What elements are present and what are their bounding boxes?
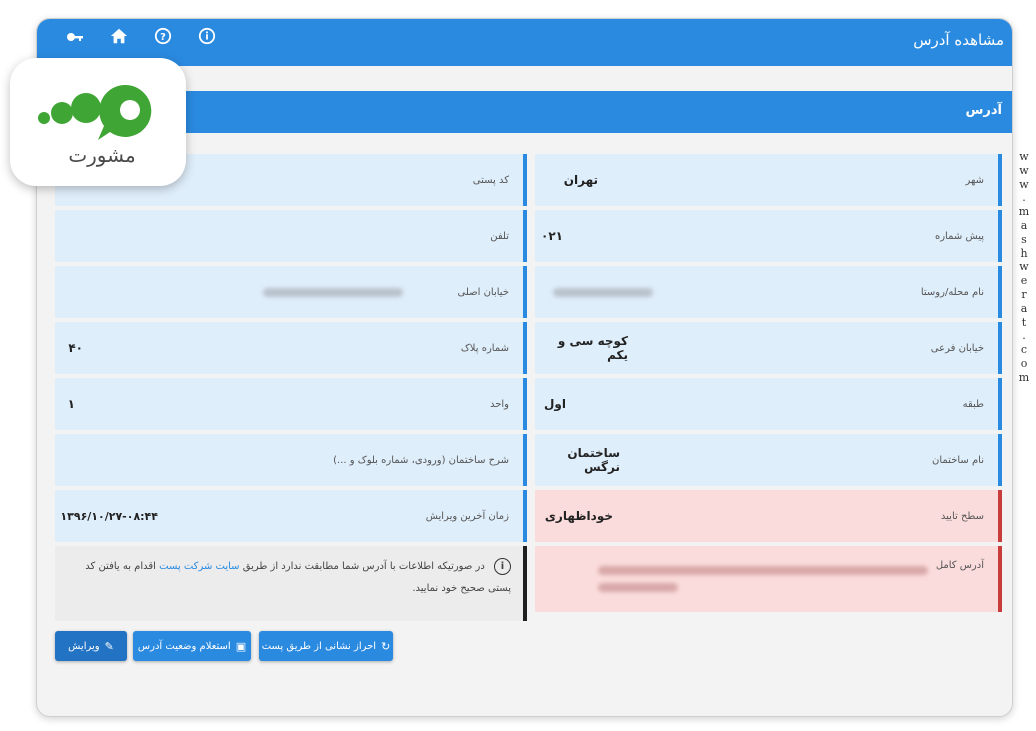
postal-notice: i در صورتیکه اطلاعات با آدرس شما مطابقت …: [55, 546, 527, 621]
field-plate-number: شماره پلاک ۴۰: [55, 322, 527, 374]
pencil-icon: ✎: [104, 639, 114, 653]
site-watermark: www.mashwerat.com: [1018, 150, 1030, 385]
info-icon[interactable]: [195, 27, 219, 51]
home-icon[interactable]: [107, 27, 131, 51]
watermark-char: o: [1020, 356, 1028, 370]
field-label: واحد: [489, 398, 509, 410]
field-label: شهر: [965, 174, 984, 186]
notice-text-before: در صورتیکه اطلاعات با آدرس شما مطابقت ند…: [242, 561, 485, 572]
field-label: شرح ساختمان (ورودی، شماره بلوک و ...): [333, 454, 509, 466]
watermark-char: .: [1022, 329, 1026, 343]
field-side-street: خیابان فرعی کوچه سی و یکم: [535, 322, 1002, 374]
field-label: پیش شماره: [934, 230, 984, 242]
field-verification-level: سطح تایید خوداظهاری: [535, 490, 1002, 542]
confirm-status-button[interactable]: ▣ استعلام وضعیت آدرس: [133, 631, 251, 661]
field-label: تلفن: [490, 230, 509, 242]
field-value: خوداظهاری: [544, 509, 613, 523]
field-floor: طبقه اول: [535, 378, 1002, 430]
watermark-char: w: [1019, 260, 1029, 274]
section-title: آدرس: [965, 103, 1002, 118]
refresh-icon: ↻: [381, 639, 391, 653]
svg-text:مشورت: مشورت: [68, 143, 135, 167]
info-icon: i: [494, 558, 511, 575]
edit-button[interactable]: ✎ ویرایش: [55, 631, 127, 661]
card-icon: ▣: [235, 639, 247, 653]
watermark-char: h: [1020, 246, 1028, 260]
field-label: سطح تایید: [940, 510, 984, 522]
help-icon[interactable]: ?: [151, 27, 175, 51]
key-icon[interactable]: [63, 27, 87, 51]
field-unit: واحد ۱: [55, 378, 527, 430]
window-title: مشاهده آدرس: [913, 31, 1004, 49]
edit-button-label: ویرایش: [68, 640, 100, 652]
verify-via-post-button[interactable]: ↻ احراز نشانی از طریق پست: [259, 631, 393, 661]
field-value: ۰۲۱: [541, 229, 563, 243]
post-company-link[interactable]: سایت شرکت پست: [159, 561, 239, 572]
field-value: اول: [544, 397, 566, 411]
field-label: خیابان فرعی: [930, 342, 984, 354]
field-phone-prefix: پیش شماره ۰۲۱: [535, 210, 1002, 262]
watermark-char: m: [1018, 205, 1030, 219]
field-building-name: نام ساختمان ساختمان نرگس: [535, 434, 1002, 486]
watermark-char: s: [1021, 232, 1027, 246]
verify-via-post-label: احراز نشانی از طریق پست: [261, 640, 377, 652]
watermark-char: t: [1021, 315, 1027, 329]
field-label: کد پستی: [472, 174, 509, 186]
field-value: ساختمان نرگس: [567, 446, 620, 474]
watermark-char: e: [1020, 274, 1028, 288]
watermark-char: r: [1021, 287, 1027, 301]
watermark-char: .: [1022, 191, 1026, 205]
watermark-char: w: [1019, 163, 1029, 177]
blurred-value: [263, 266, 403, 318]
field-label: نام محله/روستا: [920, 286, 984, 298]
notice-text: i در صورتیکه اطلاعات با آدرس شما مطابقت …: [71, 556, 511, 600]
field-full-address: آدرس کامل: [535, 546, 1002, 612]
watermark-char: c: [1020, 343, 1028, 357]
toolbar-icons: ?: [63, 27, 219, 51]
field-label: آدرس کامل: [935, 560, 984, 571]
field-value: ۱: [67, 397, 75, 411]
field-building-description: شرح ساختمان (ورودی، شماره بلوک و ...): [55, 434, 527, 486]
watermark-char: w: [1019, 150, 1029, 163]
watermark-char: a: [1020, 218, 1028, 232]
field-value: تهران: [563, 173, 598, 187]
field-label: زمان آخرین ویرایش: [425, 510, 509, 522]
logo-card: مشورت: [10, 58, 186, 186]
field-label: خیابان اصلی: [457, 286, 509, 298]
field-main-street: خیابان اصلی: [55, 266, 527, 318]
watermark-char: m: [1018, 370, 1030, 384]
field-city: شهر تهران: [535, 154, 1002, 206]
field-edit-time: زمان آخرین ویرایش ۱۳۹۶/۱۰/۲۷-۰۸:۴۴: [55, 490, 527, 542]
confirm-status-label: استعلام وضعیت آدرس: [137, 640, 231, 652]
blurred-value: [553, 266, 653, 318]
field-locality: نام محله/روستا: [535, 266, 1002, 318]
logo-mark: مشورت: [38, 84, 152, 167]
field-value: ۱۳۹۶/۱۰/۲۷-۰۸:۴۴: [60, 509, 158, 523]
field-value: کوچه سی و یکم: [557, 334, 628, 362]
blurred-value: [598, 546, 928, 612]
field-label: طبقه: [962, 398, 984, 410]
field-value: ۴۰: [68, 341, 83, 355]
field-label: شماره پلاک: [460, 342, 509, 354]
watermark-char: a: [1020, 301, 1028, 315]
watermark-char: w: [1019, 177, 1029, 191]
svg-text:?: ?: [160, 32, 166, 43]
field-label: نام ساختمان: [932, 454, 984, 466]
field-telephone: تلفن: [55, 210, 527, 262]
